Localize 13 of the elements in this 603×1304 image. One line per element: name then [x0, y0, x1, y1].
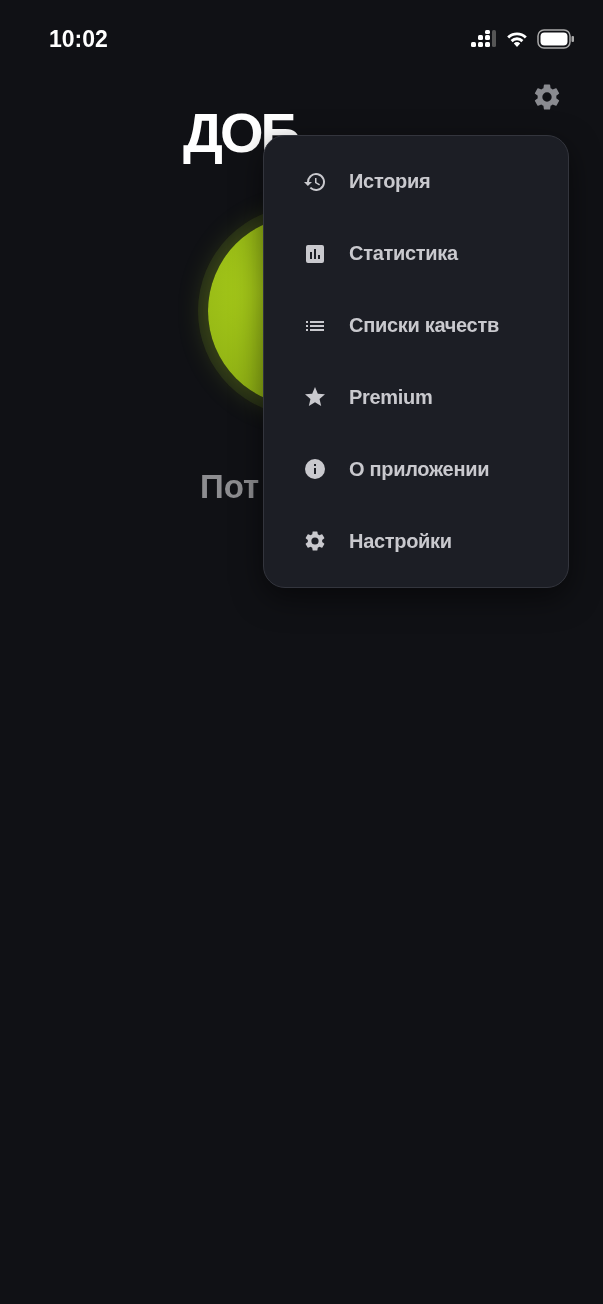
- menu-item[interactable]: Premium: [264, 361, 568, 434]
- status-time: 10:02: [49, 25, 108, 53]
- info-icon: [303, 457, 327, 482]
- menu-item[interactable]: Статистика: [264, 217, 568, 290]
- settings-icon: [303, 529, 327, 554]
- menu-item[interactable]: Настройки: [264, 505, 568, 577]
- menu-item[interactable]: Списки качеств: [264, 289, 568, 362]
- menu-item[interactable]: О приложении: [264, 433, 568, 506]
- signal-icon: [471, 30, 497, 48]
- settings-icon[interactable]: [534, 84, 560, 110]
- wifi-icon: [505, 30, 529, 48]
- battery-icon: [537, 29, 575, 49]
- subtitle-text: Пот: [200, 468, 260, 505]
